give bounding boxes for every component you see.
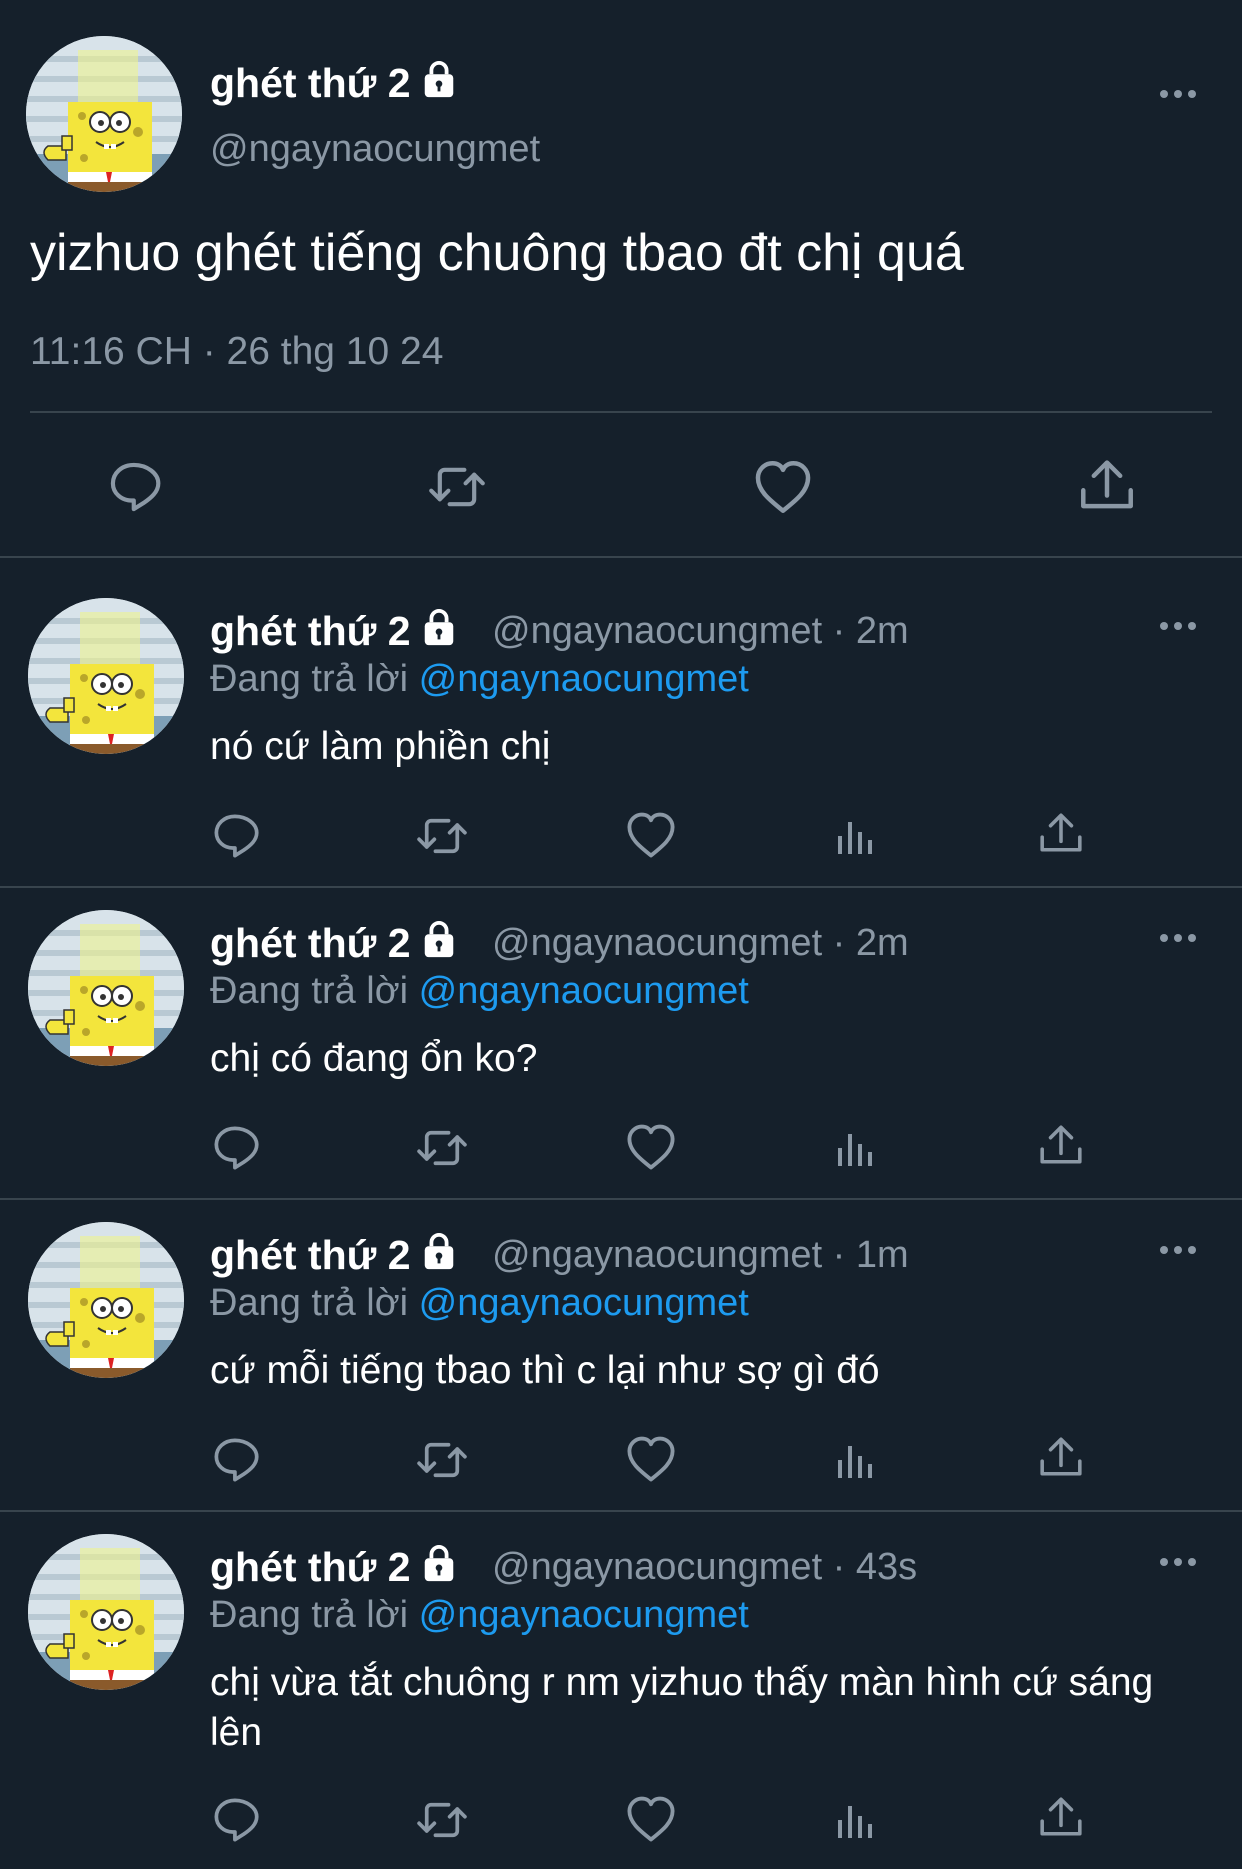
more-icon[interactable] bbox=[1160, 620, 1200, 632]
avatar[interactable] bbox=[26, 36, 182, 192]
avatar[interactable] bbox=[28, 1222, 184, 1378]
display-name-text: ghét thứ 2 bbox=[210, 920, 411, 966]
replying-to: Đang trả lời @ngaynaocungmet bbox=[210, 1282, 749, 1325]
replying-to-label: Đang trả lời bbox=[210, 1282, 409, 1324]
handle[interactable]: @ngaynaocungmet bbox=[210, 128, 540, 171]
more-icon[interactable] bbox=[1160, 1556, 1200, 1568]
heart-icon[interactable] bbox=[626, 1434, 676, 1484]
share-icon[interactable] bbox=[1038, 1434, 1084, 1480]
heart-icon[interactable] bbox=[626, 1122, 676, 1172]
reply-icon[interactable] bbox=[212, 812, 260, 860]
reply-icon[interactable] bbox=[212, 1796, 260, 1844]
display-name-text: ghét thứ 2 bbox=[210, 60, 411, 106]
display-name[interactable]: ghét thứ 2 bbox=[210, 608, 457, 655]
handle-and-time[interactable]: @ngaynaocungmet · 1m bbox=[492, 1234, 909, 1277]
replying-to-link[interactable]: @ngaynaocungmet bbox=[419, 658, 749, 700]
replying-to-link[interactable]: @ngaynaocungmet bbox=[419, 970, 749, 1012]
replying-to-label: Đang trả lời bbox=[210, 1594, 409, 1636]
avatar[interactable] bbox=[28, 910, 184, 1066]
replying-to: Đang trả lời @ngaynaocungmet bbox=[210, 658, 749, 701]
retweet-icon[interactable] bbox=[414, 1124, 470, 1172]
reply-text: nó cứ làm phiền chị bbox=[210, 725, 551, 768]
analytics-icon[interactable] bbox=[834, 814, 878, 858]
more-icon[interactable] bbox=[1160, 932, 1200, 944]
reply-icon[interactable] bbox=[212, 1124, 260, 1172]
analytics-icon[interactable] bbox=[834, 1438, 878, 1482]
replying-to-label: Đang trả lời bbox=[210, 970, 409, 1012]
tweet-text: yizhuo ghét tiếng chuông tbao đt chị quá bbox=[30, 224, 964, 282]
display-name-text: ghét thứ 2 bbox=[210, 608, 411, 654]
display-name-text: ghét thứ 2 bbox=[210, 1232, 411, 1278]
share-icon[interactable] bbox=[1038, 810, 1084, 856]
reply-text: chị vừa tắt chuông r nm yizhuo thấy màn … bbox=[210, 1661, 1154, 1754]
heart-icon[interactable] bbox=[626, 1794, 676, 1844]
display-name[interactable]: ghét thứ 2 bbox=[210, 1232, 457, 1279]
divider bbox=[0, 886, 1242, 888]
replying-to: Đang trả lời @ngaynaocungmet bbox=[210, 970, 749, 1013]
replying-to-link[interactable]: @ngaynaocungmet bbox=[419, 1594, 749, 1636]
share-icon[interactable] bbox=[1078, 456, 1136, 514]
reply-text: chị có đang ổn ko? bbox=[210, 1037, 538, 1080]
more-icon[interactable] bbox=[1160, 88, 1200, 100]
reply-text: cứ mỗi tiếng tbao thì c lại như sợ gì đó bbox=[210, 1349, 880, 1392]
lock-icon bbox=[422, 921, 455, 959]
lock-icon bbox=[422, 609, 455, 647]
replying-to: Đang trả lời @ngaynaocungmet bbox=[210, 1594, 749, 1637]
display-name[interactable]: ghét thứ 2 bbox=[210, 920, 457, 967]
handle-and-time[interactable]: @ngaynaocungmet · 2m bbox=[492, 922, 909, 965]
share-icon[interactable] bbox=[1038, 1122, 1084, 1168]
retweet-icon[interactable] bbox=[414, 1436, 470, 1484]
reply-icon[interactable] bbox=[108, 460, 162, 514]
retweet-icon[interactable] bbox=[414, 1796, 470, 1844]
retweet-icon[interactable] bbox=[424, 460, 490, 514]
divider bbox=[30, 411, 1212, 413]
display-name[interactable]: ghét thứ 2 bbox=[210, 1544, 457, 1591]
lock-icon bbox=[422, 61, 455, 99]
lock-icon bbox=[422, 1233, 455, 1271]
avatar[interactable] bbox=[28, 598, 184, 754]
heart-icon[interactable] bbox=[754, 458, 812, 516]
divider bbox=[0, 1198, 1242, 1200]
divider bbox=[0, 1510, 1242, 1512]
retweet-icon[interactable] bbox=[414, 812, 470, 860]
analytics-icon[interactable] bbox=[834, 1126, 878, 1170]
analytics-icon[interactable] bbox=[834, 1798, 878, 1842]
divider bbox=[0, 556, 1242, 558]
tweet-timestamp[interactable]: 11:16 CH · 26 thg 10 24 bbox=[30, 330, 443, 374]
reply-icon[interactable] bbox=[212, 1436, 260, 1484]
lock-icon bbox=[422, 1545, 455, 1583]
share-icon[interactable] bbox=[1038, 1794, 1084, 1840]
avatar[interactable] bbox=[28, 1534, 184, 1690]
replying-to-link[interactable]: @ngaynaocungmet bbox=[419, 1282, 749, 1324]
replying-to-label: Đang trả lời bbox=[210, 658, 409, 700]
handle-and-time[interactable]: @ngaynaocungmet · 2m bbox=[492, 610, 909, 653]
heart-icon[interactable] bbox=[626, 810, 676, 860]
display-name[interactable]: ghét thứ 2 bbox=[210, 60, 457, 107]
display-name-text: ghét thứ 2 bbox=[210, 1544, 411, 1590]
more-icon[interactable] bbox=[1160, 1244, 1200, 1256]
handle-and-time[interactable]: @ngaynaocungmet · 43s bbox=[492, 1546, 917, 1589]
